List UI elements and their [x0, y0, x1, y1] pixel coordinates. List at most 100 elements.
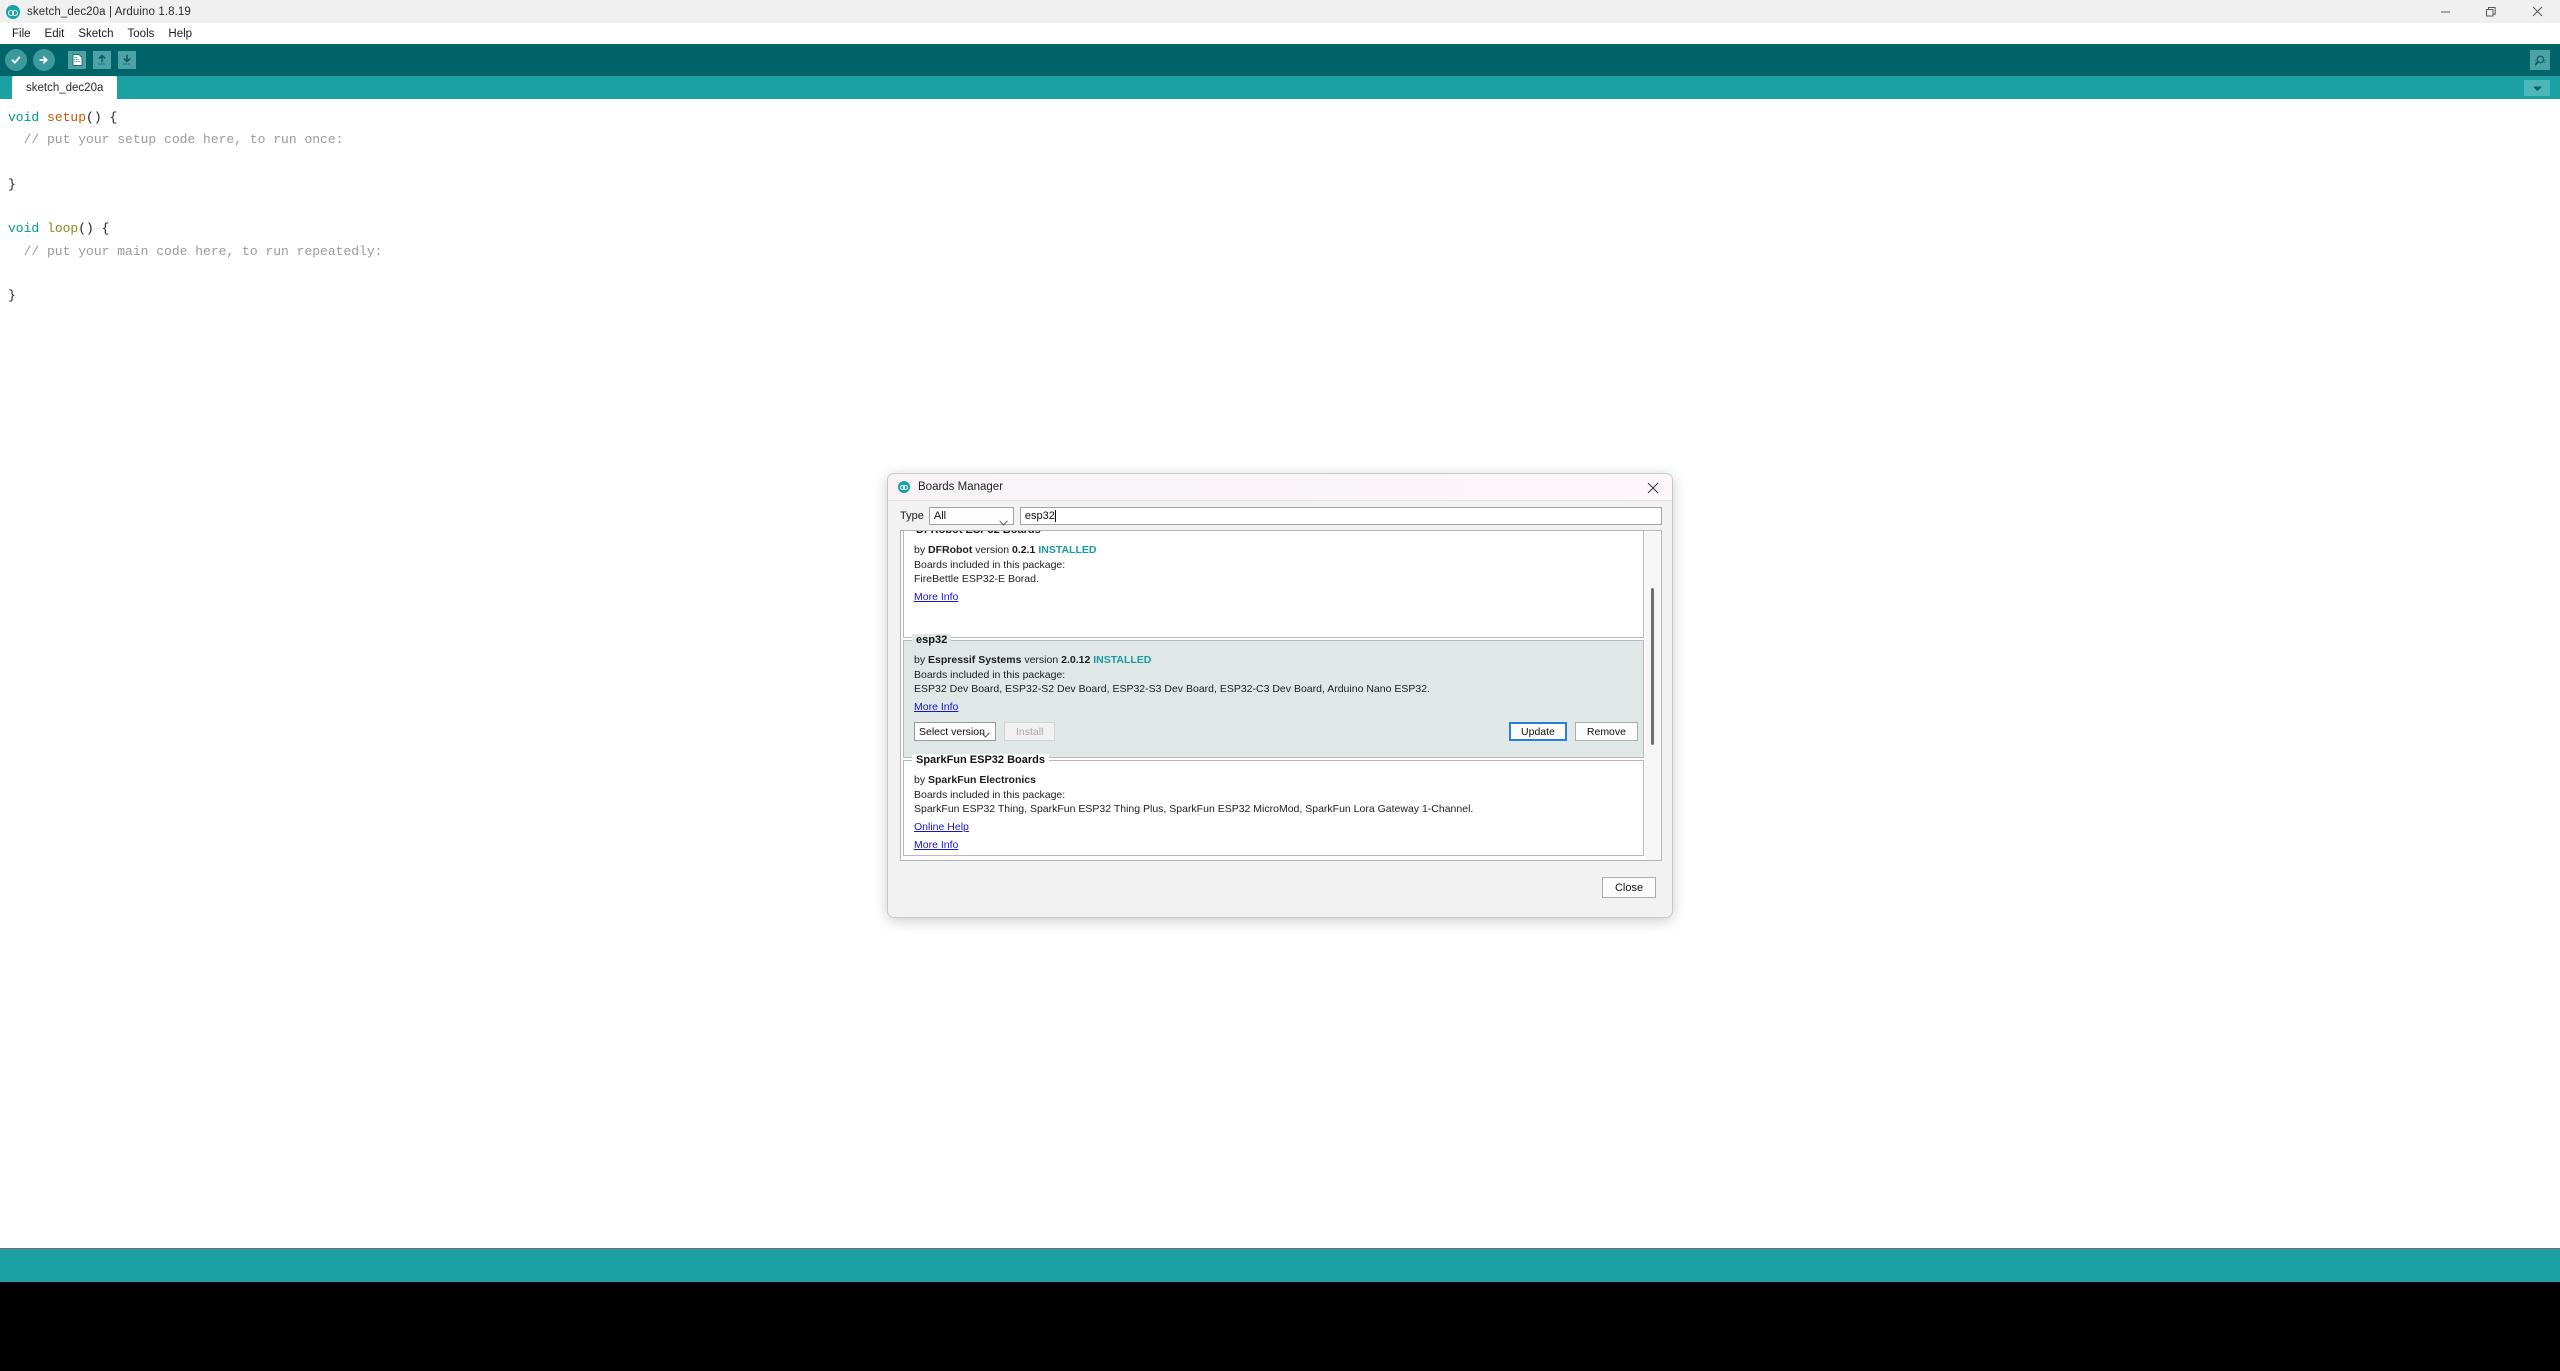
boards-manager-dialog: Boards Manager Type All esp32	[887, 473, 1673, 918]
new-sketch-button[interactable]	[65, 48, 89, 72]
open-sketch-button[interactable]	[90, 48, 114, 72]
author-prefix: by	[914, 774, 925, 786]
list-item[interactable]: esp32 by Espressif Systems version 2.0.1…	[903, 640, 1644, 758]
code-comment-loop: // put your main code here, to run repea…	[8, 244, 382, 259]
package-name: esp32	[912, 634, 951, 646]
search-input[interactable]: esp32	[1020, 507, 1662, 525]
more-info-link[interactable]: More Info	[914, 700, 958, 715]
boards-label: Boards included in this package:	[914, 788, 1643, 803]
packages-list-inner: DFRobot ESP32 Boards by DFRobot version …	[901, 530, 1646, 858]
package-body: by Espressif Systems version 2.0.12 INST…	[904, 641, 1643, 742]
package-author: DFRobot	[928, 544, 972, 556]
code-function-setup: setup	[47, 110, 86, 125]
menu-bar: File Edit Sketch Tools Help	[0, 23, 2560, 44]
package-name: SparkFun ESP32 Boards	[912, 754, 1049, 766]
update-button[interactable]: Update	[1509, 722, 1567, 741]
package-body: by SparkFun Electronics Boards included …	[904, 761, 1643, 853]
type-filter-label: Type	[900, 510, 924, 522]
close-button[interactable]: Close	[1602, 877, 1656, 898]
more-info-link[interactable]: More Info	[914, 838, 958, 853]
chevron-down-icon	[981, 729, 990, 741]
install-button[interactable]: Install	[1004, 722, 1055, 741]
chevron-down-icon	[2532, 79, 2543, 97]
status-badge: INSTALLED	[1093, 654, 1151, 666]
type-filter-value: All	[934, 510, 946, 522]
packages-list[interactable]: DFRobot ESP32 Boards by DFRobot version …	[900, 530, 1662, 861]
package-author: Espressif Systems	[928, 654, 1021, 666]
window-title: sketch_dec20a | Arduino 1.8.19	[27, 6, 191, 18]
list-scrollbar[interactable]	[1645, 532, 1660, 861]
type-filter-select[interactable]: All	[929, 507, 1014, 525]
menu-item-sketch[interactable]: Sketch	[71, 26, 120, 42]
code-brace-2: }	[8, 288, 16, 303]
boards-list: SparkFun ESP32 Thing, SparkFun ESP32 Thi…	[914, 802, 1643, 817]
check-icon	[5, 49, 27, 71]
menu-item-edit[interactable]: Edit	[38, 26, 72, 42]
dialog-footer: Close	[888, 867, 1672, 917]
dialog-close-icon-button[interactable]	[1634, 474, 1672, 501]
package-version: 0.2.1	[1012, 544, 1035, 556]
boards-label: Boards included in this package:	[914, 668, 1643, 683]
tab-strip: sketch_dec20a	[0, 76, 2560, 99]
tab-label: sketch_dec20a	[26, 82, 103, 94]
arrow-up-icon	[93, 51, 111, 69]
verify-button[interactable]	[4, 48, 28, 72]
text-cursor	[1055, 510, 1056, 522]
package-author-line: by DFRobot version 0.2.1 INSTALLED	[914, 543, 1643, 558]
list-item[interactable]: SparkFun ESP32 Boards by SparkFun Electr…	[903, 760, 1644, 856]
status-bar	[0, 1248, 2560, 1283]
close-window-button[interactable]	[2514, 0, 2560, 23]
code-brace-1: }	[8, 177, 16, 192]
remove-button[interactable]: Remove	[1575, 722, 1638, 741]
code-keyword-void-1: void	[8, 110, 39, 125]
arrow-down-icon	[118, 51, 136, 69]
code-comment-setup: // put your setup code here, to run once…	[8, 132, 343, 147]
package-author-line: by SparkFun Electronics	[914, 773, 1643, 788]
save-sketch-button[interactable]	[115, 48, 139, 72]
version-select[interactable]: Select version	[914, 722, 996, 741]
arduino-logo-icon	[898, 481, 910, 493]
package-version: 2.0.12	[1061, 654, 1090, 666]
arrow-right-icon	[33, 49, 55, 71]
maximize-restore-button[interactable]	[2468, 0, 2514, 23]
boards-list: ESP32 Dev Board, ESP32-S2 Dev Board, ESP…	[914, 682, 1643, 697]
upload-button[interactable]	[32, 48, 56, 72]
arduino-logo-icon	[6, 5, 20, 19]
serial-monitor-button[interactable]	[2528, 48, 2552, 72]
magnifier-icon	[2530, 50, 2550, 70]
code-keyword-void-2: void	[8, 221, 39, 236]
package-actions: Select version Install Update Remove	[914, 722, 1638, 742]
boards-label: Boards included in this package:	[914, 558, 1643, 573]
more-info-link[interactable]: More Info	[914, 590, 958, 605]
package-author-line: by Espressif Systems version 2.0.12 INST…	[914, 653, 1643, 668]
tab-sketch-dec20a[interactable]: sketch_dec20a	[12, 76, 117, 99]
package-name: DFRobot ESP32 Boards	[912, 530, 1045, 536]
new-file-icon	[68, 51, 86, 69]
minimize-button[interactable]	[2422, 0, 2468, 23]
menu-item-help[interactable]: Help	[161, 26, 199, 42]
dialog-title: Boards Manager	[918, 481, 1003, 493]
list-item[interactable]: DFRobot ESP32 Boards by DFRobot version …	[903, 530, 1644, 638]
menu-item-file[interactable]: File	[5, 26, 38, 42]
search-input-value: esp32	[1025, 510, 1055, 522]
filter-bar: Type All esp32	[900, 507, 1662, 525]
console-output-area	[0, 1282, 2560, 1371]
package-author: SparkFun Electronics	[928, 774, 1036, 786]
window-title-bar: sketch_dec20a | Arduino 1.8.19	[0, 0, 2560, 24]
package-body: by DFRobot version 0.2.1 INSTALLED Board…	[904, 531, 1643, 605]
status-badge: INSTALLED	[1038, 544, 1096, 556]
list-scrollbar-thumb[interactable]	[1651, 588, 1654, 745]
code-function-loop: loop	[47, 221, 78, 236]
online-help-link[interactable]: Online Help	[914, 820, 969, 835]
version-select-value: Select version	[919, 726, 985, 738]
boards-list: FireBettle ESP32-E Borad.	[914, 572, 1643, 587]
chevron-down-icon	[999, 513, 1008, 531]
main-toolbar	[0, 44, 2560, 76]
tab-dropdown-button[interactable]	[2524, 80, 2550, 96]
menu-item-tools[interactable]: Tools	[121, 26, 162, 42]
author-prefix: by	[914, 544, 925, 556]
version-prefix: version	[975, 544, 1009, 556]
author-prefix: by	[914, 654, 925, 666]
dialog-title-bar: Boards Manager	[888, 474, 1672, 501]
version-prefix: version	[1024, 654, 1058, 666]
